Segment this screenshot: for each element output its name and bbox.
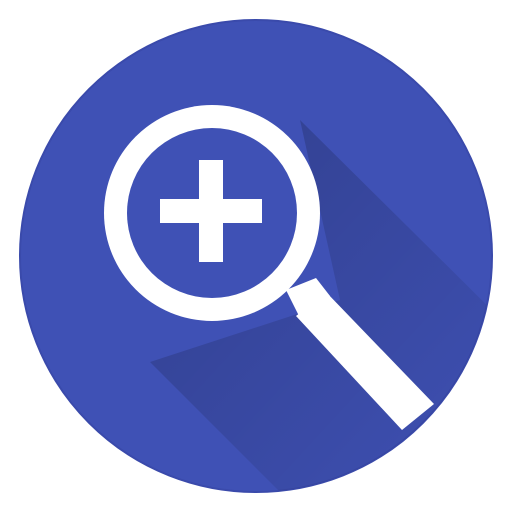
app-icon — [0, 0, 512, 512]
plus-vertical-bar — [199, 160, 223, 262]
magnifier-zoom-in-icon — [19, 19, 493, 493]
